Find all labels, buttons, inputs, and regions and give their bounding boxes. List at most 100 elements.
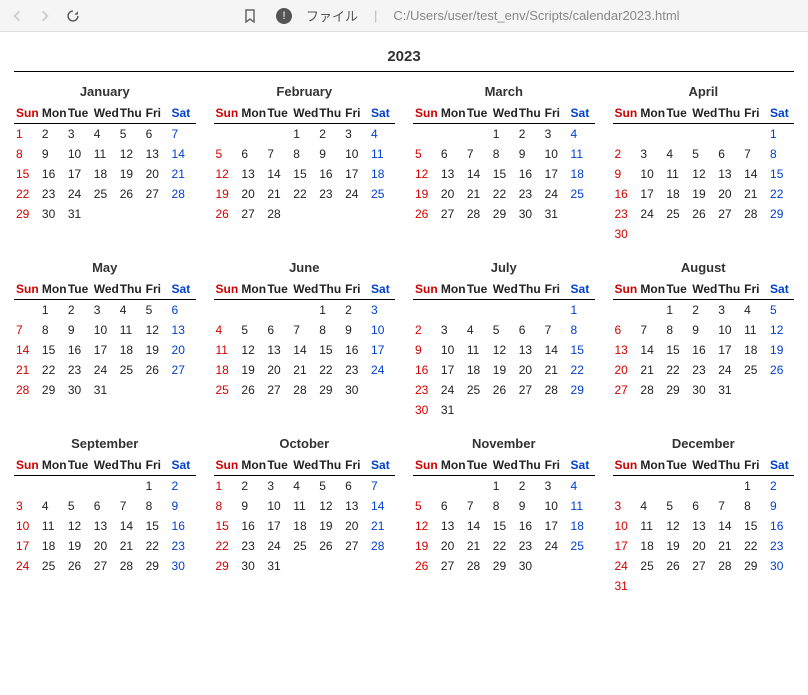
day-cell: 26 bbox=[239, 380, 265, 400]
day-cell: 20 bbox=[92, 536, 118, 556]
weekday-header: Sat bbox=[768, 455, 794, 476]
weekday-header: Tue bbox=[265, 455, 291, 476]
day-cell: 20 bbox=[517, 360, 543, 380]
month-table: SunMonTueWedThuFriSat1234567891011121314… bbox=[613, 279, 795, 400]
day-cell bbox=[92, 204, 118, 224]
month-april: AprilSunMonTueWedThuFriSat12345678910111… bbox=[613, 80, 795, 244]
day-cell: 1 bbox=[144, 476, 170, 497]
day-cell: 8 bbox=[491, 496, 517, 516]
day-cell: 7 bbox=[118, 496, 144, 516]
weekday-header: Tue bbox=[66, 279, 92, 300]
day-cell: 6 bbox=[517, 320, 543, 340]
day-cell bbox=[569, 556, 595, 576]
day-cell: 7 bbox=[14, 320, 40, 340]
bookmark-icon[interactable] bbox=[242, 8, 258, 24]
reload-button[interactable] bbox=[64, 7, 82, 25]
day-cell: 2 bbox=[690, 300, 716, 321]
weekday-header: Wed bbox=[491, 455, 517, 476]
weekday-header: Wed bbox=[291, 279, 317, 300]
day-cell: 25 bbox=[569, 184, 595, 204]
month-table: SunMonTueWedThuFriSat1234567891011121314… bbox=[413, 103, 595, 224]
day-cell bbox=[690, 224, 716, 244]
day-cell: 13 bbox=[265, 340, 291, 360]
back-button[interactable] bbox=[8, 7, 26, 25]
day-cell: 14 bbox=[465, 164, 491, 184]
day-cell: 18 bbox=[118, 340, 144, 360]
day-cell: 18 bbox=[40, 536, 66, 556]
day-cell: 27 bbox=[170, 360, 196, 380]
weekday-header: Thu bbox=[317, 103, 343, 124]
day-cell: 28 bbox=[638, 380, 664, 400]
forward-button[interactable] bbox=[36, 7, 54, 25]
weekday-header: Sun bbox=[613, 279, 639, 300]
day-cell bbox=[118, 476, 144, 497]
day-cell: 26 bbox=[317, 536, 343, 556]
day-cell: 23 bbox=[317, 184, 343, 204]
day-cell: 7 bbox=[265, 144, 291, 164]
day-cell: 9 bbox=[517, 144, 543, 164]
day-cell bbox=[569, 400, 595, 420]
day-cell bbox=[291, 204, 317, 224]
day-cell: 8 bbox=[144, 496, 170, 516]
day-cell: 26 bbox=[768, 360, 794, 380]
day-cell bbox=[317, 556, 343, 576]
day-cell: 31 bbox=[66, 204, 92, 224]
day-cell: 8 bbox=[214, 496, 240, 516]
day-cell: 19 bbox=[66, 536, 92, 556]
day-cell: 21 bbox=[170, 164, 196, 184]
day-cell: 22 bbox=[491, 184, 517, 204]
day-cell: 26 bbox=[214, 204, 240, 224]
month-table: SunMonTueWedThuFriSat1234567891011121314… bbox=[14, 455, 196, 576]
day-cell bbox=[543, 556, 569, 576]
day-cell bbox=[690, 576, 716, 596]
day-cell: 26 bbox=[413, 204, 439, 224]
weekday-header: Thu bbox=[317, 455, 343, 476]
day-cell: 6 bbox=[439, 496, 465, 516]
day-cell: 31 bbox=[543, 204, 569, 224]
month-table: SunMonTueWedThuFriSat1234567891011121314… bbox=[613, 103, 795, 244]
weekday-header: Sun bbox=[14, 103, 40, 124]
day-cell: 20 bbox=[716, 184, 742, 204]
day-cell: 16 bbox=[517, 516, 543, 536]
day-cell: 20 bbox=[613, 360, 639, 380]
day-cell: 9 bbox=[66, 320, 92, 340]
day-cell: 5 bbox=[768, 300, 794, 321]
day-cell: 31 bbox=[613, 576, 639, 596]
day-cell: 1 bbox=[40, 300, 66, 321]
day-cell: 9 bbox=[613, 164, 639, 184]
day-cell: 12 bbox=[239, 340, 265, 360]
day-cell bbox=[170, 204, 196, 224]
day-cell: 28 bbox=[118, 556, 144, 576]
day-cell: 4 bbox=[291, 476, 317, 497]
day-cell: 23 bbox=[40, 184, 66, 204]
day-cell: 29 bbox=[491, 204, 517, 224]
day-cell: 19 bbox=[491, 360, 517, 380]
day-cell: 10 bbox=[92, 320, 118, 340]
day-cell: 22 bbox=[291, 184, 317, 204]
day-cell: 21 bbox=[716, 536, 742, 556]
day-cell bbox=[118, 204, 144, 224]
day-cell: 12 bbox=[144, 320, 170, 340]
day-cell: 22 bbox=[214, 536, 240, 556]
weekday-header: Fri bbox=[543, 279, 569, 300]
day-cell bbox=[239, 124, 265, 145]
day-cell: 9 bbox=[239, 496, 265, 516]
day-cell: 12 bbox=[690, 164, 716, 184]
weekday-header: Mon bbox=[638, 103, 664, 124]
day-cell: 13 bbox=[92, 516, 118, 536]
weekday-header: Sat bbox=[369, 279, 395, 300]
weekday-header: Mon bbox=[239, 279, 265, 300]
day-cell: 24 bbox=[66, 184, 92, 204]
weekday-header: Sun bbox=[413, 455, 439, 476]
day-cell: 25 bbox=[369, 184, 395, 204]
day-cell: 10 bbox=[14, 516, 40, 536]
day-cell bbox=[14, 300, 40, 321]
day-cell bbox=[690, 476, 716, 497]
day-cell: 30 bbox=[66, 380, 92, 400]
day-cell: 15 bbox=[291, 164, 317, 184]
weekday-header: Sat bbox=[569, 279, 595, 300]
day-cell: 10 bbox=[716, 320, 742, 340]
weekday-header: Fri bbox=[144, 455, 170, 476]
day-cell bbox=[369, 380, 395, 400]
day-cell: 5 bbox=[66, 496, 92, 516]
